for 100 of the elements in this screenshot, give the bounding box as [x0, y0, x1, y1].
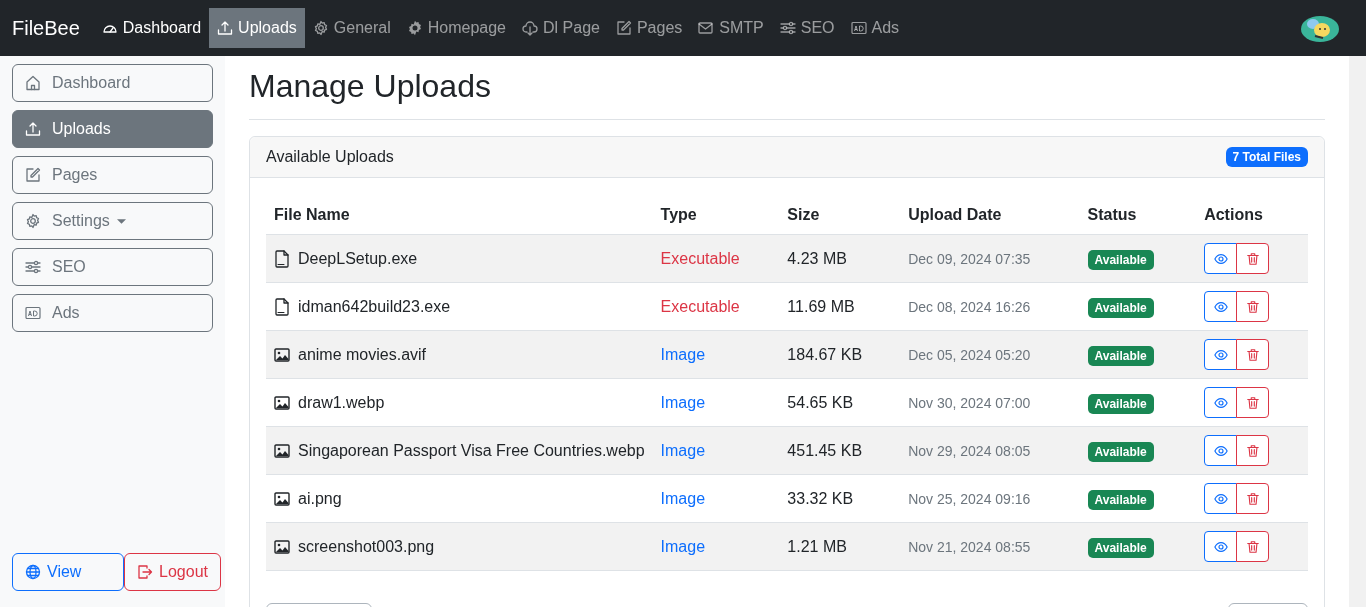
status-badge: Available [1087, 345, 1154, 366]
delete-button[interactable] [1236, 243, 1270, 274]
column-header: Size [779, 198, 901, 235]
card-title: Available Uploads [266, 148, 394, 166]
sidebar-item[interactable]: Pages [12, 156, 213, 194]
page-title: Manage Uploads [249, 68, 1325, 120]
trash-icon [1245, 395, 1260, 410]
nav-link[interactable]: General [304, 8, 399, 48]
logout-button[interactable]: Logout [124, 553, 221, 591]
upload-date: Nov 21, 2024 08:55 [908, 538, 1031, 555]
file-size: 33.32 KB [787, 489, 854, 507]
view-button[interactable] [1204, 243, 1238, 274]
status-badge: Available [1087, 489, 1154, 510]
trash-icon [1245, 299, 1260, 314]
delete-button[interactable] [1236, 483, 1270, 514]
upload-icon [217, 20, 234, 36]
nav-link[interactable]: Dl Page [514, 8, 608, 48]
file-size: 451.45 KB [787, 441, 863, 459]
edit-icon [25, 167, 41, 183]
sidebar-item[interactable]: Dashboard [12, 64, 213, 102]
eye-icon [1213, 539, 1228, 554]
delete-button[interactable] [1236, 435, 1270, 466]
logout-icon [137, 564, 154, 580]
nav-link[interactable]: SEO [771, 8, 843, 48]
delete-button[interactable] [1236, 531, 1270, 562]
eye-icon [1213, 443, 1228, 458]
view-button[interactable] [1204, 483, 1238, 514]
view-button[interactable] [1204, 339, 1238, 370]
upload-date: Dec 08, 2024 16:26 [908, 298, 1031, 315]
status-badge: Available [1087, 441, 1154, 462]
view-button[interactable] [1204, 435, 1238, 466]
column-header: Actions [1196, 198, 1308, 235]
ad-icon [25, 305, 41, 321]
file-name: DeepLSetup.exe [298, 249, 418, 268]
sidebar-item[interactable]: SEO [12, 248, 213, 286]
file-type: Executable [660, 297, 740, 315]
view-button[interactable] [1204, 387, 1238, 418]
status-badge: Available [1087, 297, 1154, 318]
file-type: Executable [660, 249, 740, 267]
file-size: 184.67 KB [787, 345, 863, 363]
settings-icon [312, 20, 329, 36]
bee-logo[interactable] [1300, 13, 1340, 43]
file-count-badge: 7 Total Files [1225, 147, 1308, 167]
nav-link[interactable]: Dashboard [93, 8, 210, 48]
status-badge: Available [1087, 249, 1154, 270]
upload-date: Dec 09, 2024 07:35 [908, 250, 1031, 267]
trash-icon [1245, 251, 1260, 266]
sidebar-item[interactable]: Uploads [12, 110, 213, 148]
nav-link[interactable]: Uploads [209, 8, 305, 48]
upload-date: Dec 05, 2024 05:20 [908, 346, 1031, 363]
nav-link[interactable]: Ads [842, 8, 908, 48]
sliders-icon [779, 20, 796, 36]
status-badge: Available [1087, 537, 1154, 558]
ad-icon [850, 20, 867, 36]
file-size: 11.69 MB [787, 297, 855, 315]
column-header: Status [1079, 198, 1197, 235]
nav-link[interactable]: SMTP [690, 8, 772, 48]
trash-icon [1245, 491, 1260, 506]
upload-icon [25, 121, 41, 137]
column-header: Upload Date [900, 198, 1080, 235]
delete-button[interactable] [1236, 339, 1270, 370]
status-badge: Available [1087, 393, 1154, 414]
delete-button[interactable] [1236, 387, 1270, 418]
globe-icon [25, 564, 41, 580]
edit-icon [615, 20, 632, 36]
view-button[interactable] [1204, 291, 1238, 322]
file-type: Image [660, 537, 706, 555]
file-type: Image [660, 393, 706, 411]
brand-name[interactable]: FileBee [12, 16, 80, 40]
file-name: ai.png [298, 489, 342, 508]
sidebar-item[interactable]: Ads [12, 294, 213, 332]
trash-icon [1245, 539, 1260, 554]
upload-date: Nov 29, 2024 08:05 [908, 442, 1031, 459]
file-name: idman642build23.exe [298, 297, 451, 316]
file-name: draw1.webp [298, 393, 385, 412]
file-name: anime movies.avif [298, 345, 427, 364]
file-type: Image [660, 441, 706, 459]
eye-icon [1213, 491, 1228, 506]
column-header: Type [652, 198, 780, 235]
upload-date: Nov 30, 2024 07:00 [908, 394, 1031, 411]
sidebar-item[interactable]: Settings [12, 202, 213, 240]
cloud-download-icon [522, 20, 538, 36]
column-header: File Name [266, 198, 653, 235]
eye-icon [1213, 395, 1228, 410]
upload-date: Nov 25, 2024 09:16 [908, 490, 1031, 507]
eye-icon [1213, 299, 1228, 314]
trash-icon [1245, 443, 1260, 458]
gear-icon [406, 20, 423, 36]
envelope-icon [698, 20, 715, 36]
nav-link[interactable]: Pages [607, 8, 691, 48]
delete-button[interactable] [1236, 291, 1270, 322]
file-type: Image [660, 489, 706, 507]
file-name: screenshot003.png [298, 537, 435, 556]
settings-icon [25, 213, 41, 229]
view-button[interactable] [1204, 531, 1238, 562]
nav-link[interactable]: Homepage [398, 8, 514, 48]
file-size: 54.65 KB [787, 393, 854, 411]
sliders-icon [25, 259, 41, 275]
file-type: Image [660, 345, 706, 363]
view-button[interactable]: View [12, 553, 125, 591]
